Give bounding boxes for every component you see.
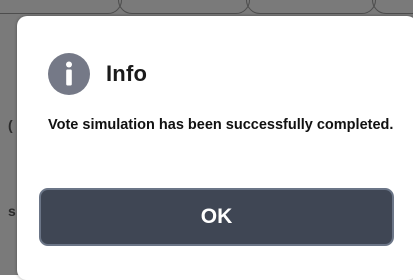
background-card-outline (0, 0, 122, 14)
info-icon (48, 53, 90, 95)
background-card-outline (118, 0, 250, 14)
background-text-fragment: s (8, 203, 16, 219)
background-card-outline (372, 0, 413, 14)
dialog-message: Vote simulation has been successfully co… (48, 117, 394, 133)
info-dialog: Info Vote simulation has been successful… (17, 16, 413, 280)
info-glyph (66, 61, 72, 86)
ok-button[interactable]: OK (39, 188, 394, 246)
background-card-outline (246, 0, 376, 14)
background-text-fragment: ( (8, 117, 13, 133)
dialog-header: Info (48, 53, 147, 95)
dialog-title: Info (106, 61, 148, 86)
